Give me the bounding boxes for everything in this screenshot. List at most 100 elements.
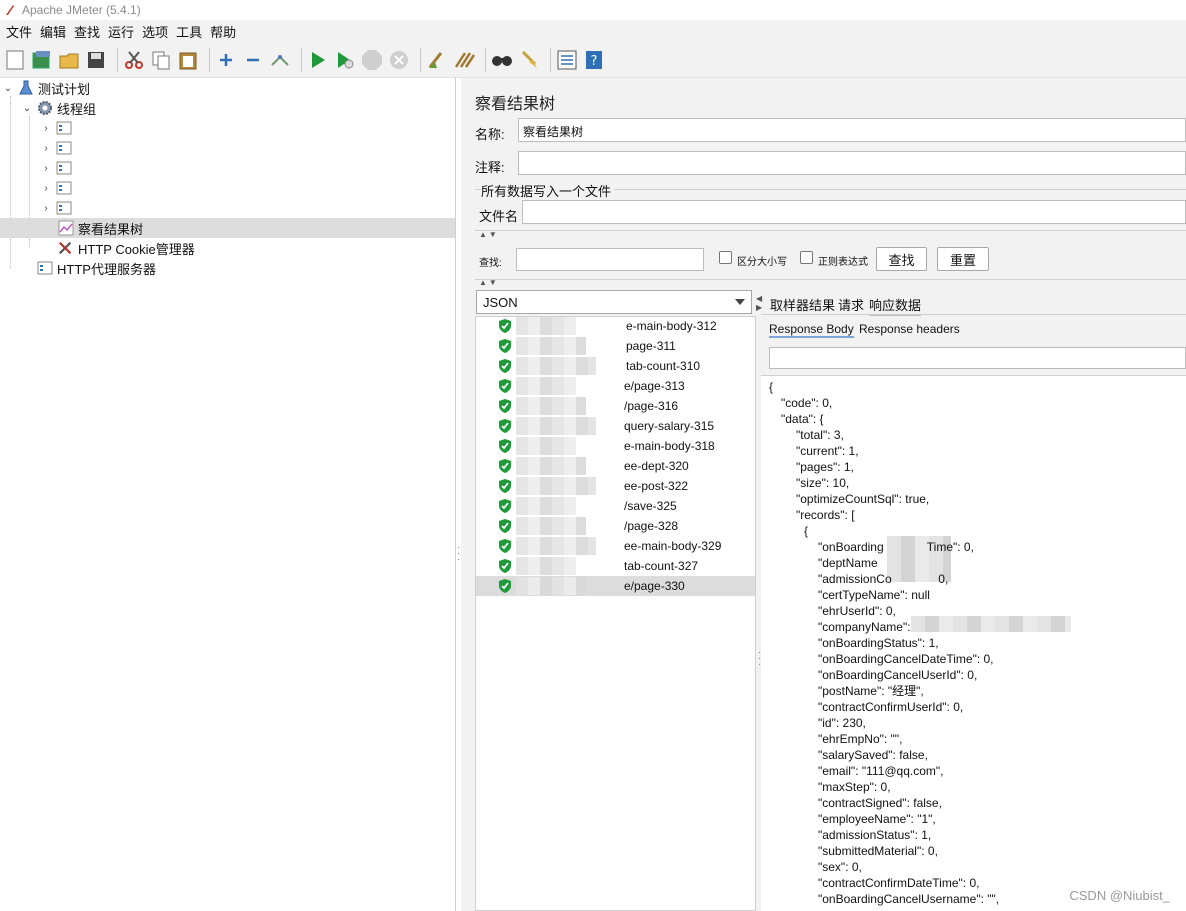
menu-search[interactable]: 查找 <box>70 22 104 41</box>
templates-icon[interactable] <box>31 49 53 71</box>
result-row[interactable]: e-main-body-312 <box>476 316 755 336</box>
copy-icon[interactable] <box>150 49 172 71</box>
menu-edit[interactable]: 编辑 <box>36 22 70 41</box>
json-line: "size": 10, <box>796 476 850 490</box>
chevron-right-icon[interactable]: › <box>40 182 52 194</box>
chevron-down-icon[interactable]: ⌄ <box>21 102 33 114</box>
result-row[interactable]: /page-328 <box>476 516 755 536</box>
result-row[interactable]: /page-316 <box>476 396 755 416</box>
tree-node-proxy-server[interactable]: HTTP代理服务器 <box>37 258 156 278</box>
shutdown-icon[interactable] <box>388 49 410 71</box>
tab-sampler-result[interactable]: 取样器结果 <box>770 295 835 314</box>
tree-node-sampler[interactable]: › <box>40 138 76 158</box>
success-shield-icon <box>499 579 511 593</box>
open-icon[interactable] <box>58 49 80 71</box>
name-field[interactable]: 察看结果树 <box>518 118 1186 142</box>
subtab-response-headers[interactable]: Response headers <box>859 322 960 336</box>
search-input[interactable] <box>516 248 704 271</box>
result-row[interactable]: ee-post-322 <box>476 476 755 496</box>
success-shield-icon <box>499 539 511 553</box>
result-row[interactable]: query-salary-315 <box>476 416 755 436</box>
function-helper-icon[interactable] <box>556 49 578 71</box>
result-row[interactable]: /save-325 <box>476 496 755 516</box>
clear-icon[interactable] <box>426 49 448 71</box>
chevron-right-icon[interactable]: › <box>40 142 52 154</box>
sampler-icon <box>56 180 72 196</box>
paste-icon[interactable] <box>177 49 199 71</box>
filename-field[interactable] <box>522 200 1186 224</box>
tree-node-test-plan[interactable]: ⌄ 测试计划 <box>2 78 90 98</box>
help-icon[interactable]: ? <box>583 49 605 71</box>
stop-icon[interactable] <box>361 49 383 71</box>
page-title: 察看结果树 <box>475 96 556 113</box>
case-sensitive-checkbox[interactable] <box>719 251 732 264</box>
success-shield-icon <box>499 419 511 433</box>
json-line: "email": "111@qq.com", <box>818 764 944 778</box>
clear-all-icon[interactable] <box>453 49 475 71</box>
search-label: 查找: <box>479 258 502 269</box>
result-row[interactable]: e-main-body-318 <box>476 436 755 456</box>
search-icon[interactable] <box>491 49 513 71</box>
menu-bar: 文件 编辑 查找 运行 选项 工具 帮助 <box>0 20 1186 42</box>
tree-node-sampler[interactable]: › <box>40 178 76 198</box>
json-line: "optimizeCountSql": true, <box>796 492 930 506</box>
tree-node-sampler[interactable]: › <box>40 198 76 218</box>
start-icon[interactable] <box>307 49 329 71</box>
result-row[interactable]: e/page-313 <box>476 376 755 396</box>
split-arrows-icon[interactable]: ◀ ▶ <box>756 294 762 312</box>
chevron-right-icon[interactable]: › <box>40 202 52 214</box>
toolbar-separator <box>209 47 210 72</box>
tree-node-thread-group[interactable]: ⌄ 线程组 <box>21 98 96 118</box>
tree-node-sampler[interactable]: › <box>40 118 76 138</box>
result-row[interactable]: ee-dept-320 <box>476 456 755 476</box>
regex-checkbox[interactable] <box>800 251 813 264</box>
tree-node-sampler[interactable]: › <box>40 158 76 178</box>
renderer-select[interactable]: JSON <box>476 290 752 314</box>
response-search-input[interactable] <box>769 347 1186 369</box>
json-line: "onBoardingCancelDateTime": 0, <box>818 652 994 666</box>
toolbar-separator <box>117 47 118 72</box>
result-row[interactable]: ee-main-body-329 <box>476 536 755 556</box>
tree-node-view-results-tree[interactable]: 察看结果树 <box>0 218 455 238</box>
reset-button[interactable]: 重置 <box>937 247 989 271</box>
result-row[interactable]: tab-count-310 <box>476 356 755 376</box>
json-line: "id": 230, <box>818 716 866 730</box>
collapse-arrows-icon[interactable]: ▲▼ <box>479 230 499 239</box>
menu-run[interactable]: 运行 <box>104 22 138 41</box>
chevron-down-icon <box>735 299 745 305</box>
expand-icon[interactable] <box>215 49 237 71</box>
toggle-icon[interactable] <box>269 49 291 71</box>
collapse-arrows-icon[interactable]: ▲▼ <box>479 278 499 287</box>
result-label: query-salary-315 <box>624 419 715 433</box>
chevron-right-icon[interactable]: › <box>40 122 52 134</box>
save-icon[interactable] <box>85 49 107 71</box>
tab-response-data[interactable]: 响应数据 <box>869 295 922 316</box>
comment-field[interactable] <box>518 151 1186 175</box>
result-row[interactable]: e/page-330 <box>476 576 755 596</box>
subtab-response-body[interactable]: Response Body <box>769 322 854 338</box>
menu-file[interactable]: 文件 <box>2 22 36 41</box>
new-icon[interactable] <box>4 49 26 71</box>
tab-request[interactable]: 请求 <box>838 295 864 314</box>
result-label: /save-325 <box>624 499 677 513</box>
tree-node-cookie-manager[interactable]: HTTP Cookie管理器 <box>58 238 195 258</box>
result-row[interactable]: tab-count-327 <box>476 556 755 576</box>
collapse-icon[interactable] <box>242 49 264 71</box>
result-row[interactable]: page-311 <box>476 336 755 356</box>
menu-options[interactable]: 选项 <box>138 22 172 41</box>
reset-search-icon[interactable] <box>518 49 540 71</box>
watermark: CSDN @Niubist_ <box>1069 888 1170 903</box>
chevron-down-icon[interactable]: ⌄ <box>2 82 14 94</box>
menu-tools[interactable]: 工具 <box>172 22 206 41</box>
menu-help[interactable]: 帮助 <box>206 22 240 41</box>
filename-label: 文件名 <box>479 209 519 224</box>
json-line: { <box>769 380 774 394</box>
chevron-right-icon[interactable]: › <box>40 162 52 174</box>
toolbar-separator <box>550 47 551 72</box>
cut-icon[interactable] <box>123 49 145 71</box>
find-button[interactable]: 查找 <box>876 247 927 271</box>
split-pane-handle[interactable]: · · · <box>758 648 761 670</box>
start-no-pause-icon[interactable] <box>334 49 356 71</box>
json-line: "employeeName": "1", <box>818 812 936 826</box>
regex-label: 正则表达式 <box>818 257 868 268</box>
